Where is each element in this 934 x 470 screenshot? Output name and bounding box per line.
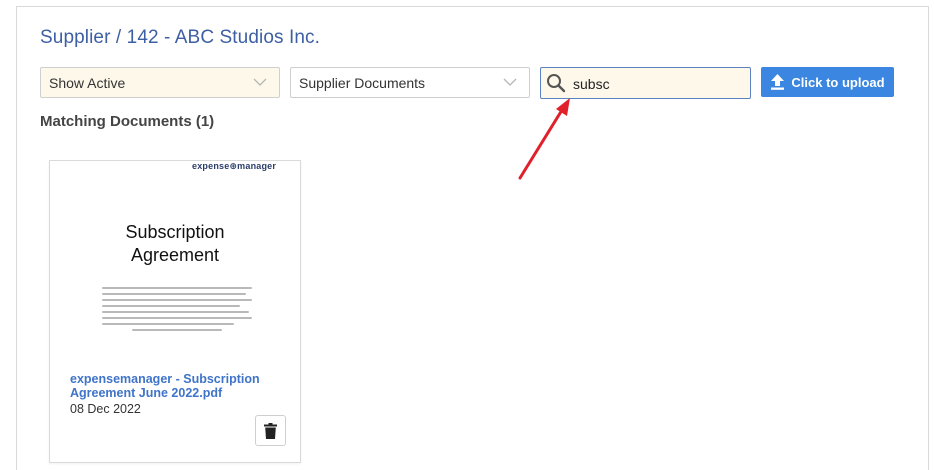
search-input[interactable] <box>573 74 743 93</box>
document-filename-link[interactable]: expensemanager - Subscription Agreement … <box>70 372 270 400</box>
thumbnail-title: Subscription Agreement <box>50 221 300 267</box>
thumbnail-title-line2: Agreement <box>130 245 220 265</box>
breadcrumb: Supplier / 142 - ABC Studios Inc. <box>40 27 321 48</box>
document-date: 08 Dec 2022 <box>70 402 141 416</box>
annotation-arrow-icon <box>518 98 570 180</box>
upload-icon <box>771 74 785 90</box>
document-card[interactable]: expense⊕manager Subscription Agreement e… <box>49 160 301 463</box>
results-heading: Matching Documents (1) <box>40 113 215 130</box>
status-filter-value: Show Active <box>49 75 126 91</box>
status-filter-select[interactable]: Show Active <box>40 67 280 98</box>
trash-icon <box>264 422 277 439</box>
document-thumbnail[interactable]: expense⊕manager Subscription Agreement <box>50 161 300 366</box>
thumbnail-title-line1: Subscription <box>125 222 225 242</box>
upload-button[interactable]: Click to upload <box>761 67 894 97</box>
chevron-down-icon <box>253 78 267 86</box>
search-icon <box>547 74 566 93</box>
chevron-down-icon <box>503 78 517 86</box>
document-type-value: Supplier Documents <box>299 75 426 91</box>
delete-button[interactable] <box>255 415 286 446</box>
thumbnail-logo: expense⊕manager <box>192 161 277 171</box>
document-type-select[interactable]: Supplier Documents <box>290 67 530 98</box>
search-box[interactable] <box>540 67 751 99</box>
upload-button-label: Click to upload <box>791 74 885 90</box>
thumbnail-body-text <box>102 287 252 335</box>
